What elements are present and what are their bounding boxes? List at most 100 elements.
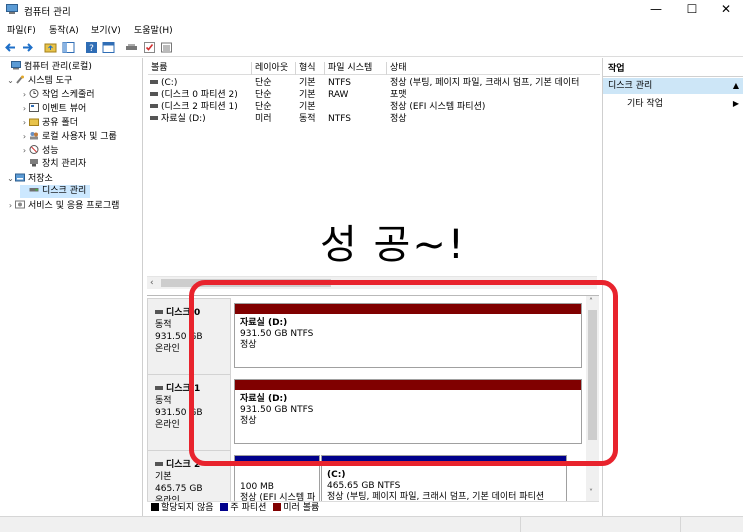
computer-icon [11, 61, 21, 70]
scroll-down-icon[interactable]: ˅ [589, 488, 593, 497]
cell-type: 기본 [299, 90, 316, 100]
partition-size: 931.50 GB NTFS [240, 329, 314, 339]
tree-item-storage[interactable]: ⌄ 저장소 [6, 172, 53, 185]
scrollbar-thumb[interactable] [161, 279, 331, 287]
tree-item-services-applications[interactable]: › 서비스 및 응용 프로그램 [6, 199, 119, 212]
drive-icon [150, 92, 158, 96]
menu-action[interactable]: 동작(A) [49, 23, 79, 36]
check-icon[interactable] [143, 41, 156, 54]
disk-label[interactable]: 디스크 1 동적 931.50 GB 온라인 [147, 374, 231, 451]
disk-type: 동적 [155, 396, 172, 406]
tree-label: 공유 폴더 [42, 118, 78, 128]
users-icon [30, 132, 38, 140]
partition-name: 자료실 (D:) [240, 318, 288, 328]
scrollbar-thumb[interactable] [588, 310, 597, 440]
legend-swatch-mirror [273, 503, 282, 511]
partition[interactable]: 100 MB 정상 (EFI 시스템 파 [234, 455, 320, 502]
maximize-button[interactable]: ☐ [675, 0, 709, 20]
connect-icon[interactable] [125, 41, 138, 54]
disk-label[interactable]: 디스크 0 동적 931.50 GB 온라인 [147, 298, 231, 375]
partition[interactable]: 자료실 (D:) 931.50 GB NTFS 정상 [234, 303, 582, 368]
tree-twisty: › [22, 90, 27, 99]
tree-twisty: › [22, 146, 27, 155]
disk-state: 온라인 [155, 420, 180, 430]
cell-volume: (디스크 2 파티션 1) [161, 102, 238, 112]
disk-name: 디스크 0 [166, 308, 201, 318]
tree-item-local-users-groups[interactable]: › 로컬 사용자 및 그룹 [20, 130, 117, 143]
tree-label: 작업 스케줄러 [42, 90, 95, 100]
table-row[interactable]: (디스크 2 파티션 1) 단순 기본 정상 (EFI 시스템 파티션) [148, 101, 600, 113]
tree-item-device-manager[interactable]: 장치 관리자 [20, 158, 86, 171]
disk-graphical-view: 디스크 0 동적 931.50 GB 온라인 자료실 (D:) 931.50 G… [147, 295, 599, 506]
column-header-status[interactable]: 상태 [387, 62, 600, 75]
collapse-caret-icon[interactable]: ▲ [733, 78, 739, 94]
submenu-arrow-icon: ▶ [732, 99, 739, 108]
tree-item-computer-management[interactable]: 컴퓨터 관리(로컬) [2, 61, 92, 74]
drive-icon [150, 80, 158, 84]
tree-label: 성능 [42, 146, 59, 156]
window-title: 컴퓨터 관리 [24, 7, 71, 18]
cell-type: 동적 [299, 114, 316, 124]
cell-file-system: RAW [328, 90, 349, 100]
cell-type: 기본 [299, 102, 316, 112]
partition-size: 931.50 GB NTFS [240, 405, 314, 415]
horizontal-scrollbar[interactable]: ‹ [147, 276, 597, 289]
action-more-actions[interactable]: 기타 작업 ▶ [603, 96, 743, 112]
table-row[interactable]: (디스크 0 파티션 2) 단순 기본 RAW 포맷 [148, 89, 600, 101]
legend-label: 주 파티션 [230, 503, 267, 513]
scroll-left-icon[interactable]: ‹ [150, 278, 154, 288]
toolbar: ? [0, 38, 743, 57]
vertical-scrollbar[interactable]: ˄ ˅ [586, 296, 599, 501]
tree-label: 저장소 [28, 174, 53, 184]
disk-label[interactable]: 디스크 2 기본 465.75 GB 온라인 [147, 450, 231, 506]
disk-row-1: 디스크 1 동적 931.50 GB 온라인 자료실 (D:) 931.50 G… [147, 374, 587, 451]
up-folder-icon[interactable] [44, 41, 57, 54]
column-header-volume[interactable]: 볼륨 [148, 62, 252, 75]
column-header-type[interactable]: 형식 [296, 62, 325, 75]
minimize-button[interactable]: — [639, 0, 673, 20]
column-header-layout[interactable]: 레이아웃 [252, 62, 296, 75]
back-arrow-icon[interactable] [4, 41, 17, 54]
menu-file[interactable]: 파일(F) [7, 23, 36, 36]
tree-item-disk-management[interactable]: 디스크 관리 [20, 185, 91, 198]
forward-arrow-icon[interactable] [21, 41, 34, 54]
tree-item-event-viewer[interactable]: › 이벤트 뷰어 [20, 102, 86, 115]
tree-item-shared-folders[interactable]: › 공유 폴더 [20, 116, 78, 129]
status-divider [520, 517, 521, 532]
partition-status: 정상 [240, 340, 257, 350]
list-view-icon[interactable] [160, 41, 173, 54]
tree-label: 시스템 도구 [28, 76, 73, 86]
disk-type: 기본 [155, 472, 172, 482]
partition[interactable]: 자료실 (D:) 931.50 GB NTFS 정상 [234, 379, 582, 444]
folder-icon [29, 118, 39, 126]
show-pane-icon[interactable] [62, 41, 75, 54]
properties-icon[interactable] [102, 41, 115, 54]
device-icon [30, 159, 38, 167]
cell-file-system: NTFS [328, 114, 351, 124]
scroll-up-icon[interactable]: ˄ [589, 297, 593, 306]
partition[interactable]: (C:) 465.65 GB NTFS 정상 (부팅, 페이지 파일, 크래시 … [321, 455, 567, 502]
close-button[interactable]: ✕ [709, 0, 743, 20]
tree-item-performance[interactable]: › 성능 [20, 144, 59, 157]
help-icon[interactable]: ? [85, 41, 98, 54]
table-row[interactable]: 자료실 (D:) 미러 동적 NTFS 정상 [148, 113, 600, 125]
tree-twisty: › [22, 118, 27, 127]
actions-section-disk-management[interactable]: 디스크 관리 ▲ [603, 78, 743, 94]
computer-management-icon [6, 4, 18, 14]
disk-name: 디스크 1 [166, 384, 201, 394]
table-row[interactable]: (C:) 단순 기본 NTFS 정상 (부팅, 페이지 파일, 크래시 덤프, … [148, 77, 600, 89]
drive-icon [155, 310, 163, 314]
tree-twisty: › [22, 104, 27, 113]
menu-view[interactable]: 보기(V) [91, 23, 121, 36]
partition-name: 자료실 (D:) [240, 394, 288, 404]
disk-size: 931.50 GB [155, 332, 203, 342]
action-label: 기타 작업 [627, 99, 663, 109]
tree-item-system-tools[interactable]: ⌄ 시스템 도구 [6, 74, 72, 87]
cell-status: 정상 (부팅, 페이지 파일, 크래시 덤프, 기본 데이터 [390, 78, 580, 88]
tree-item-task-scheduler[interactable]: › 작업 스케줄러 [20, 88, 95, 101]
column-header-file-system[interactable]: 파일 시스템 [325, 62, 387, 75]
storage-icon [15, 173, 25, 182]
tree-twisty: › [22, 132, 27, 141]
menu-help[interactable]: 도움말(H) [134, 23, 173, 36]
tree-label: 로컬 사용자 및 그룹 [42, 132, 117, 142]
